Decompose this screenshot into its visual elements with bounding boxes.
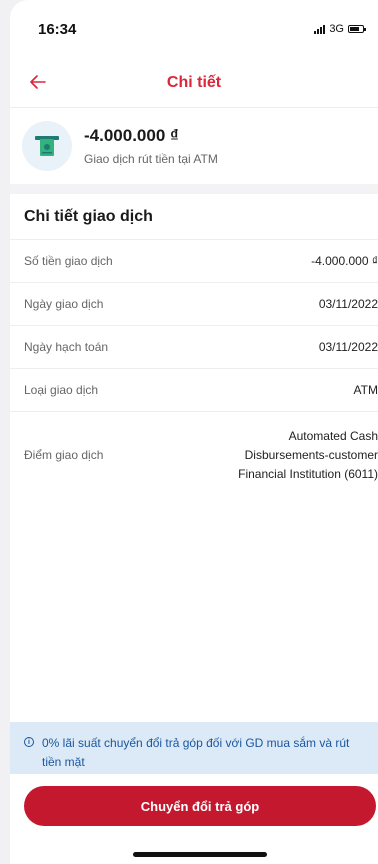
home-indicator <box>133 852 267 857</box>
back-button[interactable] <box>26 70 50 94</box>
network-label: 3G <box>329 23 344 35</box>
convert-installment-button[interactable]: Chuyển đổi trả góp <box>24 786 376 826</box>
status-time: 16:34 <box>38 20 77 38</box>
summary-description: Giao dịch rút tiền tại ATM <box>84 152 218 166</box>
atm-icon <box>22 121 72 171</box>
location-line: Automated Cash <box>288 428 378 443</box>
section-divider <box>10 184 378 194</box>
detail-row-transaction-date: Ngày giao dịch 03/11/2022 <box>10 283 378 326</box>
nav-header: Chi tiết <box>10 58 378 108</box>
signal-icon <box>314 24 326 34</box>
location-line: Financial Institution (6011) <box>238 466 378 481</box>
row-label: Ngày hạch toán <box>24 340 109 354</box>
info-icon: i <box>24 737 34 747</box>
row-label: Điểm giao dịch <box>24 448 104 462</box>
detail-row-location: Điểm giao dịch Automated Cash Disburseme… <box>10 412 378 498</box>
row-value: 03/11/2022 <box>318 340 378 354</box>
location-line: Disbursements-customer <box>244 447 378 462</box>
row-label: Ngày giao dịch <box>24 297 104 311</box>
phone-screen: 16:34 3G Chi tiết -4.000.000 ₫ Giao dịch… <box>10 0 378 864</box>
location-value: Automated Cash Disbursements-customer Fi… <box>238 427 378 484</box>
status-indicators: 3G <box>314 23 366 35</box>
row-label: Số tiền giao dịch <box>24 254 113 268</box>
row-label: Loại giao dịch <box>24 383 99 397</box>
detail-row-transaction-type: Loại giao dịch ATM <box>10 369 378 412</box>
summary-amount: -4.000.000 ₫ <box>84 126 179 145</box>
installment-notice: i 0% lãi suất chuyển đổi trả góp đối với… <box>10 722 378 774</box>
row-value: ATM <box>353 383 378 397</box>
summary-text: -4.000.000 ₫ Giao dịch rút tiền tại ATM <box>84 126 218 166</box>
transaction-summary: -4.000.000 ₫ Giao dịch rút tiền tại ATM <box>10 108 378 184</box>
details-section-title: Chi tiết giao dịch <box>10 194 378 240</box>
row-value: 03/11/2022 <box>318 297 378 311</box>
page-title: Chi tiết <box>166 73 222 91</box>
detail-row-posting-date: Ngày hạch toán 03/11/2022 <box>10 326 378 369</box>
battery-icon <box>348 25 366 33</box>
row-value: -4.000.000 ₫ <box>311 254 378 268</box>
status-bar: 16:34 3G <box>10 0 378 58</box>
arrow-left-icon <box>30 75 46 89</box>
detail-row-amount: Số tiền giao dịch -4.000.000 ₫ <box>10 240 378 283</box>
notice-text: 0% lãi suất chuyển đổi trả góp đối với G… <box>42 736 350 769</box>
